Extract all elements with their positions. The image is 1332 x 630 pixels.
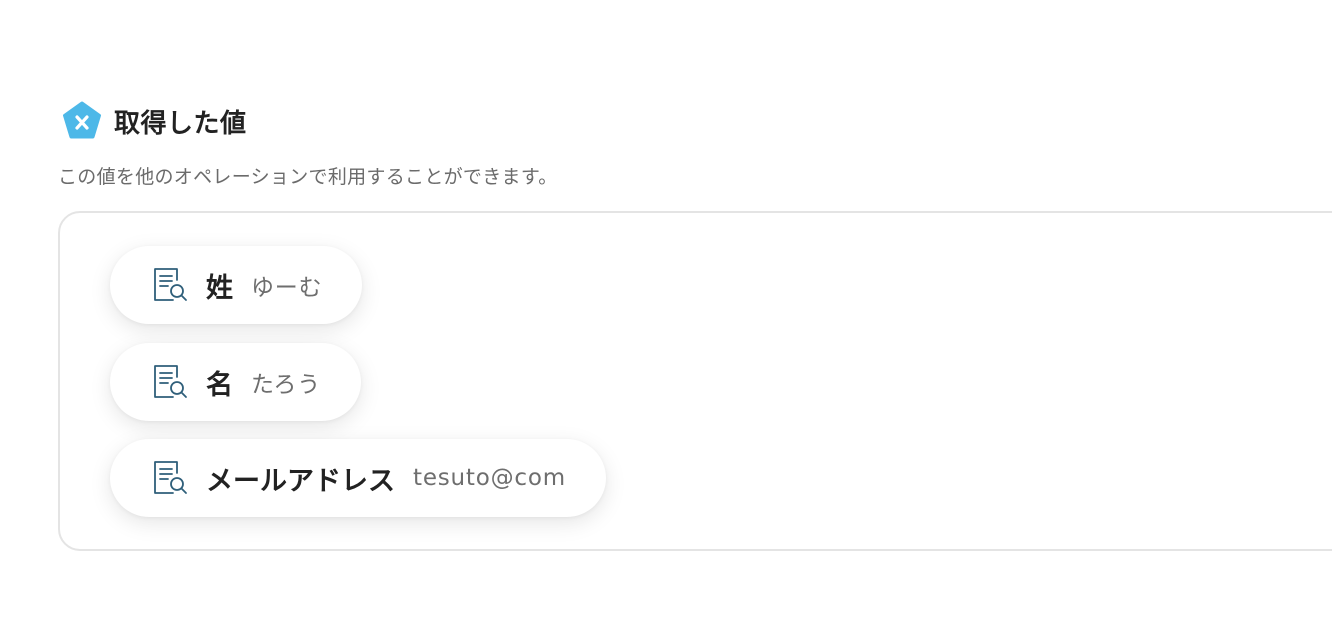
description-text: この値を他のオペレーションで利用することができます。	[58, 166, 558, 188]
value-chip-last-name[interactable]: 姓 ゆーむ	[110, 246, 363, 324]
field-label: 姓	[206, 272, 233, 304]
field-label: 名	[206, 369, 233, 401]
field-value: tesuto@com	[413, 465, 566, 491]
value-chip-email[interactable]: メールアドレス tesuto@com	[110, 439, 606, 517]
document-search-icon	[152, 363, 188, 401]
page-title: 取得した値	[114, 108, 247, 139]
section-header: 取得した値	[62, 100, 247, 142]
document-search-icon	[152, 266, 188, 304]
field-value: ゆーむ	[251, 275, 323, 301]
document-search-icon	[152, 459, 188, 497]
value-chip-first-name[interactable]: 名 たろう	[110, 343, 362, 421]
field-label: メールアドレス	[206, 465, 395, 497]
field-value: たろう	[251, 372, 322, 398]
pentagon-x-logo-icon	[62, 101, 102, 141]
